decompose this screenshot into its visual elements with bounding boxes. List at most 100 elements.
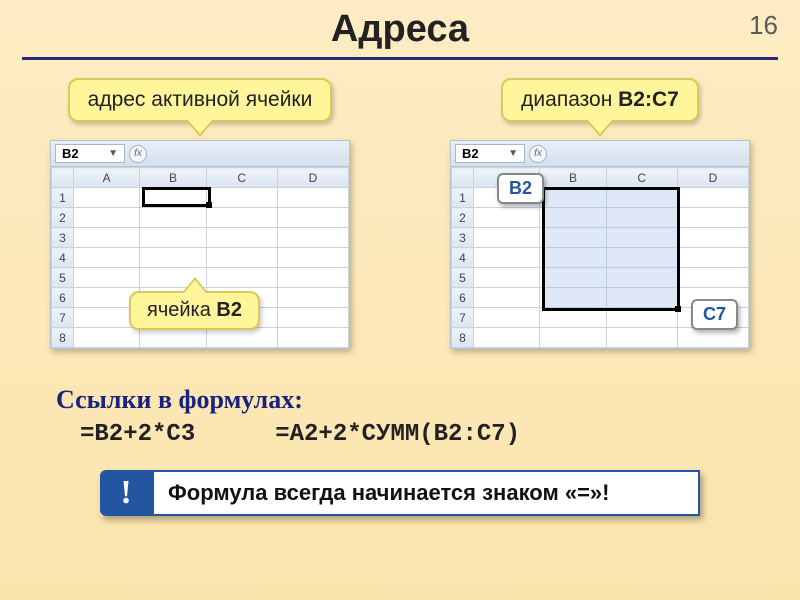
cell[interactable] [277,248,348,268]
col-header[interactable]: C [206,168,277,188]
row-header[interactable]: 3 [452,228,474,248]
name-box[interactable]: B2 ▼ [455,144,525,163]
cell[interactable] [677,208,748,228]
cell[interactable] [206,248,277,268]
row-header[interactable]: 3 [52,228,74,248]
col-header[interactable]: B [140,168,206,188]
col-header[interactable]: D [677,168,748,188]
spreadsheet-left: B2 ▼ fx A B C D 1 2 3 4 5 6 7 [50,140,350,349]
row-header[interactable]: 4 [452,248,474,268]
col-header[interactable]: B [540,168,606,188]
cell[interactable] [677,228,748,248]
exclamation-icon: ! [100,470,152,516]
row-header[interactable]: 2 [52,208,74,228]
cell[interactable] [474,288,540,308]
callout-range-prefix: диапазон [521,88,618,111]
cell[interactable] [677,328,748,348]
row-header[interactable]: 7 [452,308,474,328]
cell[interactable] [74,188,140,208]
cell[interactable] [474,328,540,348]
cell[interactable] [540,208,606,228]
cell[interactable] [474,228,540,248]
cell[interactable] [206,228,277,248]
fx-icon[interactable]: fx [529,145,547,163]
row-header[interactable]: 8 [452,328,474,348]
row-header[interactable]: 2 [452,208,474,228]
callout-range-bold: B2:C7 [618,88,679,111]
tag-c7: C7 [691,299,738,330]
right-example: диапазон B2:C7 B2 ▼ fx A B C D 1 2 [430,78,770,349]
row-header[interactable]: 5 [452,268,474,288]
cell[interactable] [140,328,206,348]
cell[interactable] [277,268,348,288]
fx-icon[interactable]: fx [129,145,147,163]
row-header[interactable]: 1 [52,188,74,208]
notice-box: ! Формула всегда начинается знаком «=»! [100,470,700,516]
cell[interactable] [206,328,277,348]
col-header[interactable]: A [74,168,140,188]
cell[interactable] [74,248,140,268]
cell[interactable] [206,268,277,288]
dropdown-icon: ▼ [508,148,518,159]
cell[interactable] [606,228,677,248]
cell[interactable] [540,248,606,268]
cell[interactable] [277,328,348,348]
cell[interactable] [206,188,277,208]
cell[interactable] [540,328,606,348]
cell[interactable] [606,308,677,328]
cell[interactable] [74,208,140,228]
cell[interactable] [140,188,206,208]
cell[interactable] [677,268,748,288]
callout-range: диапазон B2:C7 [501,78,699,122]
cell[interactable] [474,248,540,268]
cell[interactable] [277,308,348,328]
cell[interactable] [474,268,540,288]
cell[interactable] [74,268,140,288]
cell[interactable] [277,228,348,248]
subheading: Ссылки в формулах: [56,385,800,415]
callout-active-cell: адрес активной ячейки [68,78,333,122]
cell[interactable] [606,208,677,228]
col-header[interactable]: C [606,168,677,188]
cell[interactable] [606,268,677,288]
row-header[interactable]: 5 [52,268,74,288]
formula-examples: =B2+2*C3 =A2+2*СУММ(B2:C7) [80,421,800,448]
cell[interactable] [74,328,140,348]
cell[interactable] [540,188,606,208]
col-header[interactable]: D [277,168,348,188]
corner-cell[interactable] [452,168,474,188]
cell[interactable] [606,288,677,308]
cell[interactable] [140,208,206,228]
cell[interactable] [540,288,606,308]
cell[interactable] [606,328,677,348]
cell[interactable] [474,308,540,328]
formula-bar: B2 ▼ fx [451,141,749,167]
cell[interactable] [606,248,677,268]
row-header[interactable]: 8 [52,328,74,348]
row-header[interactable]: 1 [452,188,474,208]
cell[interactable] [474,208,540,228]
name-box[interactable]: B2 ▼ [55,144,125,163]
row-header[interactable]: 6 [452,288,474,308]
cell[interactable] [677,188,748,208]
cell[interactable] [140,228,206,248]
cell[interactable] [540,268,606,288]
cell[interactable] [540,228,606,248]
corner-cell[interactable] [52,168,74,188]
cell[interactable] [277,208,348,228]
cell[interactable] [606,188,677,208]
formula-2: =A2+2*СУММ(B2:C7) [275,421,520,448]
cell[interactable] [277,188,348,208]
row-header[interactable]: 6 [52,288,74,308]
row-header[interactable]: 7 [52,308,74,328]
cell[interactable] [74,228,140,248]
examples-row: адрес активной ячейки B2 ▼ fx A B C D 1 … [0,78,800,349]
cell[interactable] [277,288,348,308]
callout-cell-b2: ячейка B2 [129,291,260,330]
cell[interactable] [206,208,277,228]
left-example: адрес активной ячейки B2 ▼ fx A B C D 1 … [30,78,370,349]
cell[interactable] [140,248,206,268]
cell[interactable] [540,308,606,328]
cell[interactable] [677,248,748,268]
row-header[interactable]: 4 [52,248,74,268]
